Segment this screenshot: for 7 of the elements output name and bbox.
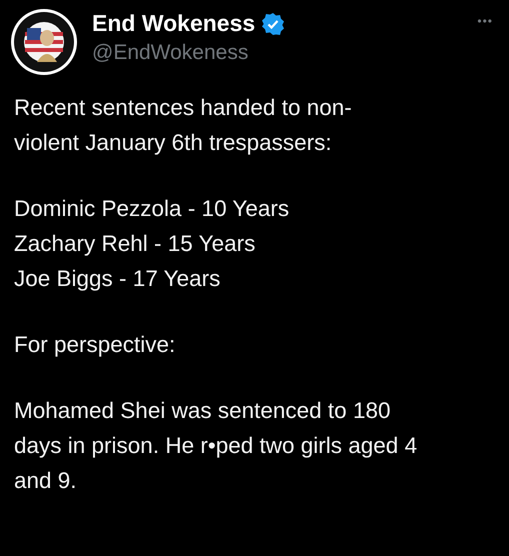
post-paragraph: Recent sentences handed to non- violent January 6th trespassers: bbox=[14, 94, 353, 157]
account-handle[interactable]: @EndWokeness bbox=[92, 41, 458, 65]
account-name[interactable]: End Wokeness bbox=[92, 10, 256, 37]
post-paragraph: Dominic Pezzola - 10 Years Zachary Rehl - 15 Years Joe Biggs - 17 Years bbox=[14, 195, 290, 293]
post-paragraph: Mohamed Shei was sentenced to 180 days in prison. He r•ped two girls aged 4 and 9. bbox=[14, 397, 418, 495]
more-menu-button[interactable]: ••• bbox=[471, 8, 499, 29]
post-paragraph: For perspective: bbox=[14, 331, 176, 359]
